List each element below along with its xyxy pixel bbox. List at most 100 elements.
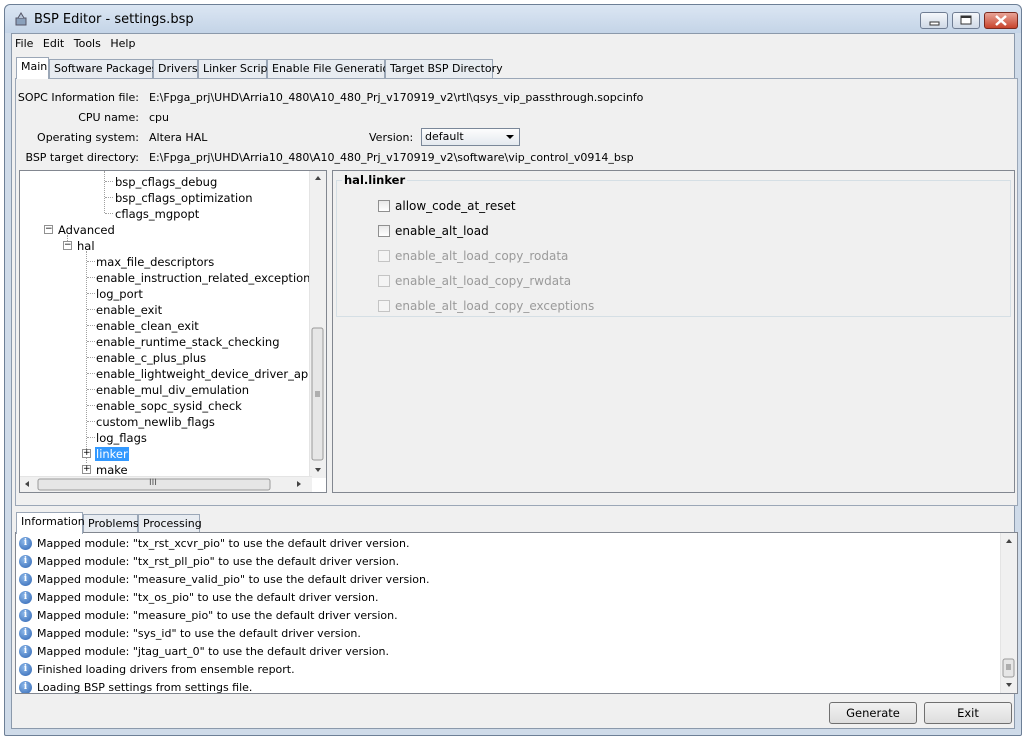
tree-vertical-scrollbar[interactable]	[309, 171, 326, 478]
tree-item-enable-mul-div-emulation[interactable]: enable_mul_div_emulation	[96, 383, 249, 397]
tree-item-bsp-cflags-optimization[interactable]: bsp_cflags_optimization	[115, 191, 253, 205]
tab-linker-script[interactable]: Linker Script	[198, 59, 272, 78]
tree-item-bsp-cflags-debug[interactable]: bsp_cflags_debug	[115, 175, 217, 189]
chevron-down-icon	[506, 135, 514, 139]
tab-drivers[interactable]: Drivers	[153, 59, 198, 78]
scroll-right-icon	[297, 481, 301, 487]
bsp-editor-window: BSP Editor - settings.bsp File Edit Tool…	[4, 4, 1022, 736]
minimize-icon	[929, 21, 940, 26]
tree-line	[87, 325, 95, 326]
log-text: Mapped module: "sys_id" to use the defau…	[37, 627, 361, 640]
version-select[interactable]: default	[421, 128, 520, 146]
log-text: Mapped module: "measure_pio" to use the …	[37, 609, 398, 622]
tree-item-log-port[interactable]: log_port	[96, 287, 143, 301]
maximize-button[interactable]	[952, 12, 980, 29]
log-vertical-scrollbar[interactable]	[1000, 533, 1017, 693]
tree-line	[87, 341, 95, 342]
scroll-down-icon	[315, 468, 321, 472]
tab-problems[interactable]: Problems	[83, 514, 139, 533]
tree-line	[87, 357, 95, 358]
log-text: Mapped module: "measure_valid_pio" to us…	[37, 573, 430, 586]
checkbox[interactable]	[378, 200, 390, 212]
scroll-down-icon	[1006, 683, 1012, 687]
hscroll-grip: III	[149, 478, 157, 488]
version-value: default	[425, 130, 464, 143]
info-icon: i	[19, 573, 32, 586]
generate-button[interactable]: Generate	[829, 702, 917, 724]
information-log[interactable]: i Mapped module: "tx_rst_xcvr_pio" to use…	[15, 532, 1018, 694]
tree-horizontal-scrollbar[interactable]: III	[20, 476, 312, 492]
tab-software-packages[interactable]: Software Packages	[49, 59, 157, 78]
client-area: File Edit Tools Help Main Software Packa…	[11, 33, 1018, 729]
close-icon	[995, 15, 1007, 26]
tree-item-linker[interactable]: linker	[95, 447, 129, 461]
main-tab-panel: SOPC Information file: E:\Fpga_prj\UHD\A…	[15, 78, 1018, 506]
collapse-icon[interactable]: −	[44, 225, 53, 234]
info-icon: i	[19, 681, 32, 693]
log-text: Mapped module: "tx_os_pio" to use the de…	[37, 591, 379, 604]
info-icon: i	[19, 627, 32, 640]
collapse-icon[interactable]: −	[63, 241, 72, 250]
info-icon: i	[19, 663, 32, 676]
menu-bar: File Edit Tools Help	[12, 34, 1014, 54]
menu-edit[interactable]: Edit	[40, 34, 67, 50]
tab-information[interactable]: Information	[16, 512, 85, 534]
tree-line	[104, 171, 105, 213]
app-icon	[15, 12, 27, 26]
tree-item-enable-runtime-stack-checking[interactable]: enable_runtime_stack_checking	[96, 335, 280, 349]
tree-item-max-file-descriptors[interactable]: max_file_descriptors	[96, 255, 214, 269]
scrollbar-graphic	[311, 176, 324, 472]
tree-item-make[interactable]: make	[96, 463, 128, 477]
checkbox	[378, 300, 390, 312]
menu-help[interactable]: Help	[107, 34, 138, 50]
tree-item-enable-sopc-sysid-check[interactable]: enable_sopc_sysid_check	[96, 399, 242, 413]
scroll-up-icon	[315, 176, 321, 180]
option-label: allow_code_at_reset	[395, 199, 516, 213]
sopc-value: E:\Fpga_prj\UHD\Arria10_480\A10_480_Prj_…	[149, 91, 644, 104]
tree-item-cflags-mgpopt[interactable]: cflags_mgpopt	[115, 207, 199, 221]
title-bar[interactable]: BSP Editor - settings.bsp	[5, 5, 1021, 33]
tab-target-bsp-directory[interactable]: Target BSP Directory	[385, 59, 503, 78]
minimize-button[interactable]	[920, 12, 948, 29]
tree-item-log-flags[interactable]: log_flags	[96, 431, 147, 445]
info-icon: i	[19, 555, 32, 568]
option-label: enable_alt_load_copy_rwdata	[395, 274, 572, 288]
hscrollbar-graphic	[25, 478, 301, 491]
scroll-thumb	[1002, 658, 1015, 678]
tree-item-custom-newlib-flags[interactable]: custom_newlib_flags	[96, 415, 215, 429]
expand-icon[interactable]: +	[82, 449, 91, 458]
tree-item-enable-instruction-related-exceptions[interactable]: enable_instruction_related_exceptions	[96, 271, 316, 285]
tab-main[interactable]: Main	[16, 57, 49, 79]
log-text: Loading BSP settings from settings file.	[37, 681, 253, 694]
tree-line	[87, 405, 95, 406]
close-button[interactable]	[984, 12, 1018, 29]
tab-enable-file-generation[interactable]: Enable File Generation	[267, 59, 396, 78]
bsp-dir-label: BSP target directory:	[25, 151, 139, 164]
tree-line	[87, 373, 95, 374]
scroll-up-icon	[1006, 539, 1012, 543]
info-icon: i	[19, 645, 32, 658]
settings-tree[interactable]: bsp_cflags_debug bsp_cflags_optimization…	[19, 170, 327, 493]
expand-icon[interactable]: +	[82, 465, 91, 474]
tree-line	[105, 197, 113, 198]
tree-line	[87, 293, 95, 294]
checkbox	[378, 250, 390, 262]
log-text: Finished loading drivers from ensemble r…	[37, 663, 295, 676]
checkbox	[378, 275, 390, 287]
exit-button[interactable]: Exit	[924, 702, 1012, 724]
tree-item-enable-exit[interactable]: enable_exit	[96, 303, 162, 317]
cpu-label: CPU name:	[78, 111, 139, 124]
tree-item-enable-lightweight-device-driver-api[interactable]: enable_lightweight_device_driver_api	[96, 367, 311, 381]
tree-line	[87, 437, 95, 438]
cpu-value: cpu	[149, 111, 170, 124]
log-text: Mapped module: "tx_rst_pll_pio" to use t…	[37, 555, 400, 568]
tree-line	[87, 389, 95, 390]
menu-tools[interactable]: Tools	[71, 34, 104, 50]
tree-item-enable-c-plus-plus[interactable]: enable_c_plus_plus	[96, 351, 206, 365]
tree-item-enable-clean-exit[interactable]: enable_clean_exit	[96, 319, 199, 333]
info-icon: i	[19, 537, 32, 550]
info-icon: i	[19, 609, 32, 622]
tab-processing[interactable]: Processing	[138, 514, 202, 533]
menu-file[interactable]: File	[12, 34, 36, 50]
checkbox[interactable]	[378, 225, 390, 237]
